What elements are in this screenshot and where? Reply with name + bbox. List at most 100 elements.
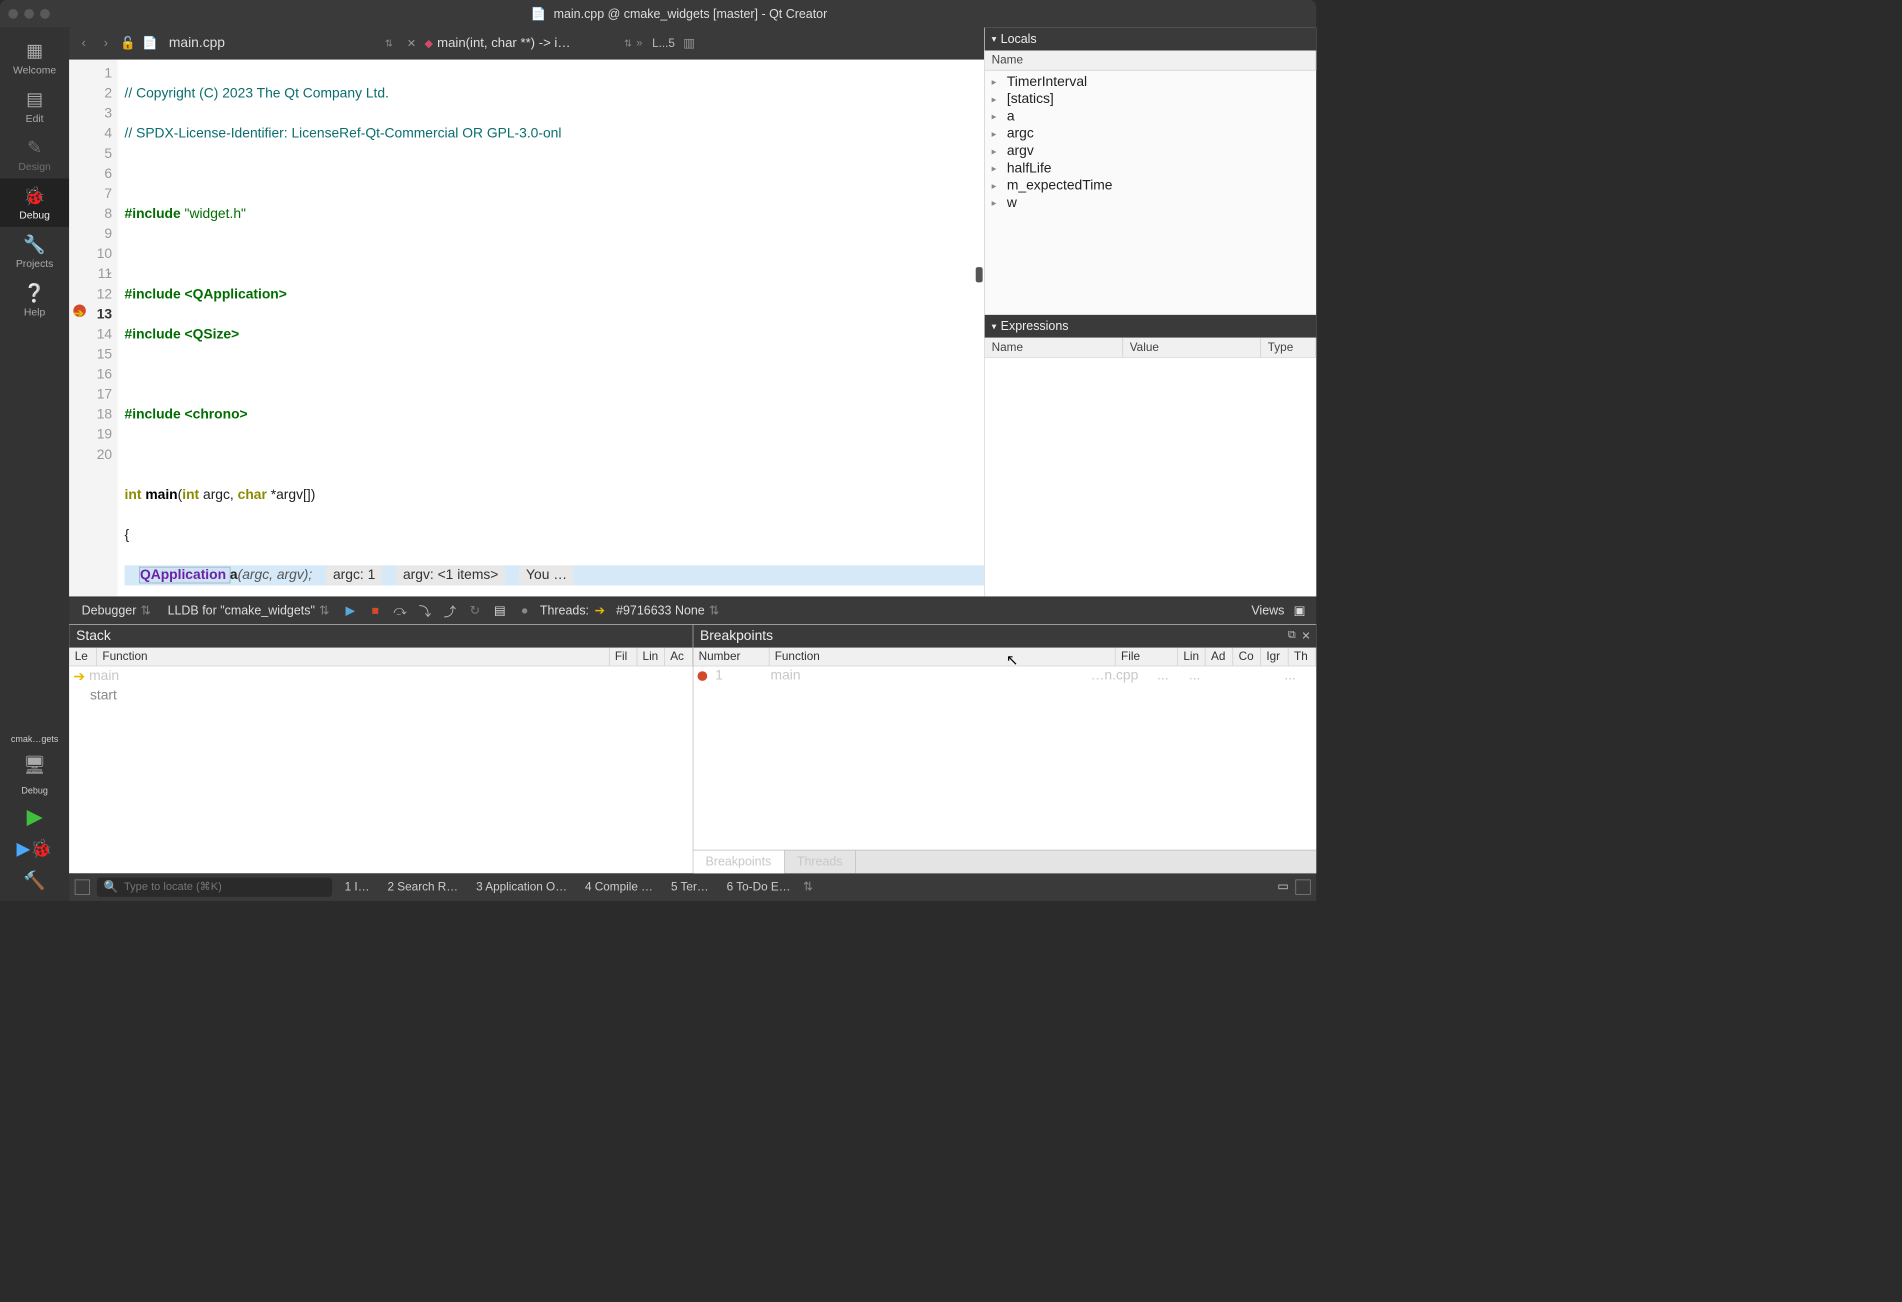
expressions-columns[interactable]: Name Value Type [985, 338, 1316, 358]
mode-design[interactable]: ✎Design [0, 130, 69, 178]
chevron-right-icon: ▸ [992, 76, 1002, 88]
title-bar: 📄 main.cpp @ cmake_widgets [master] - Qt… [0, 0, 1316, 28]
restart-icon[interactable]: ↻ [465, 603, 484, 618]
output-tab-1[interactable]: 1 I… [339, 880, 375, 894]
locals-row[interactable]: ▸argv [985, 143, 1316, 160]
mode-edit[interactable]: ▤Edit [0, 82, 69, 130]
locals-row[interactable]: ▸[statics] [985, 91, 1316, 108]
output-tab-3[interactable]: 3 Application O… [471, 880, 573, 894]
mode-debug[interactable]: 🐞Debug [0, 179, 69, 227]
chevron-right-icon: ▸ [992, 128, 1002, 140]
tab-threads[interactable]: Threads [784, 850, 855, 873]
locals-row[interactable]: ▸halfLife [985, 160, 1316, 177]
log-icon[interactable]: ▤ [490, 603, 509, 618]
chevron-updown-icon: ⇅ [624, 37, 632, 49]
locals-row[interactable]: ▸m_expectedTime [985, 177, 1316, 194]
split-editor-icon[interactable]: ▥ [679, 36, 699, 51]
locator-search[interactable]: 🔍 [97, 877, 332, 896]
record-icon[interactable]: ● [515, 603, 534, 618]
step-out-icon[interactable]: ⤴ [440, 602, 459, 620]
scrollbar-thumb[interactable] [976, 267, 983, 282]
output-tab-5[interactable]: 5 Ter… [665, 880, 714, 894]
breakpoints-title: Breakpoints [693, 625, 1316, 648]
code-area[interactable]: // Copyright (C) 2023 The Qt Company Ltd… [118, 60, 984, 597]
locals-tree[interactable]: ▸TimerInterval▸[statics]▸a▸argc▸argv▸hal… [985, 71, 1316, 315]
mode-projects[interactable]: 🔧Projects [0, 227, 69, 275]
tab-breakpoints[interactable]: Breakpoints [693, 850, 784, 873]
right-panels: ▾Locals Name ▸TimerInterval▸[statics]▸a▸… [984, 28, 1316, 597]
file-dropdown[interactable]: main.cpp ⇅ [163, 33, 398, 54]
nav-back-icon[interactable]: ‹ [75, 36, 93, 51]
close-dot[interactable] [8, 9, 18, 19]
min-dot[interactable] [24, 9, 34, 19]
stack-row[interactable]: ➔main [69, 666, 692, 686]
symbol-dropdown[interactable]: ◆ main(int, char **) -> i… ⇅ [424, 36, 632, 51]
mode-welcome[interactable]: ▦Welcome [0, 33, 69, 81]
build-mode[interactable]: Debug [17, 783, 52, 799]
help-icon: ❔ [23, 282, 45, 303]
stack-panel: Stack Le Function Fil Lin Ac ➔main start [69, 625, 693, 873]
window-controls[interactable] [8, 9, 50, 19]
nav-fwd-icon[interactable]: › [97, 36, 115, 51]
chevron-right-icon: ▸ [992, 93, 1002, 105]
popout-icon[interactable]: ⧉ [1288, 629, 1296, 643]
zoom-dot[interactable] [40, 9, 50, 19]
step-over-icon[interactable]: ⤼ [390, 603, 409, 618]
toggle-right-sidebar-icon[interactable] [1295, 880, 1310, 895]
chevron-right-icon: ▸ [992, 111, 1002, 123]
lock-icon[interactable]: 🔓 [119, 36, 137, 51]
inline-value-argv: argv: <1 items> [396, 565, 505, 585]
breakpoints-headers[interactable]: Number Function File Lin Ad Co Igr Th [693, 648, 1316, 667]
new-file-icon[interactable]: 📄 [141, 36, 159, 51]
progress-icon[interactable]: ▭ [1277, 880, 1288, 895]
debugger-target-dropdown[interactable]: LLDB for "cmake_widgets"⇅ [162, 602, 335, 619]
locals-row[interactable]: ▸w [985, 194, 1316, 211]
code-editor[interactable]: 1 2 3 4 5 6 7 8 9 10 ⌄11 12 ➔13 [69, 60, 984, 597]
line-gutter[interactable]: 1 2 3 4 5 6 7 8 9 10 ⌄11 12 ➔13 [69, 60, 117, 597]
thread-dropdown[interactable]: #9716633 None⇅ [611, 602, 725, 619]
toggle-sidebar-icon[interactable] [75, 880, 90, 895]
mode-help[interactable]: ❔Help [0, 275, 69, 323]
locator-input[interactable] [124, 881, 325, 893]
debugger-dropdown[interactable]: Debugger⇅ [76, 602, 156, 619]
stop-icon[interactable]: ■ [365, 603, 384, 618]
stack-body[interactable]: ➔main start [69, 666, 692, 873]
locals-row[interactable]: ▸argc [985, 125, 1316, 142]
breakpoints-body[interactable]: 1 main …n.cpp ... ... ... [693, 666, 1316, 849]
breakpoints-panel: Breakpoints ⧉ ✕ Number Function File Lin … [693, 625, 1316, 873]
search-icon: 🔍 [104, 880, 119, 894]
expressions-header[interactable]: ▾Expressions [985, 315, 1316, 338]
stack-headers[interactable]: Le Function Fil Lin Ac [69, 648, 692, 667]
debug-run-button[interactable]: ▶🐞 [14, 835, 56, 863]
step-into-icon[interactable]: ⤵ [415, 602, 434, 620]
locals-row[interactable]: ▸TimerInterval [985, 73, 1316, 90]
kit-selector[interactable]: cmak…gets [7, 731, 63, 747]
layout-icon[interactable]: ▣ [1290, 603, 1309, 618]
expressions-body[interactable] [985, 358, 1316, 597]
run-button[interactable]: ▶ [14, 803, 56, 831]
document-icon: 📄 [530, 7, 546, 21]
threads-label: Threads: [540, 603, 589, 618]
fold-icon[interactable]: ⌄ [105, 264, 113, 278]
locals-row[interactable]: ▸a [985, 108, 1316, 125]
breakpoint-row[interactable]: 1 main …n.cpp ... ... ... [693, 666, 1316, 685]
thread-arrow-icon: ➔ [595, 603, 605, 618]
continue-icon[interactable]: ▶ [341, 603, 360, 618]
close-file-icon[interactable]: ✕ [403, 36, 421, 50]
current-frame-arrow-icon: ➔ [73, 668, 85, 685]
mode-monitor-icon[interactable]: 🖥 [14, 751, 56, 779]
close-icon[interactable]: ✕ [1301, 629, 1310, 643]
output-tab-2[interactable]: 2 Search R… [382, 880, 464, 894]
stack-row[interactable]: start [69, 686, 692, 705]
views-button[interactable]: Views [1251, 603, 1284, 618]
build-button[interactable]: 🔨 [14, 866, 56, 894]
locals-columns[interactable]: Name [985, 51, 1316, 71]
output-tab-4[interactable]: 4 Compile … [579, 880, 658, 894]
editor-toolbar: ‹ › 🔓 📄 main.cpp ⇅ ✕ ◆ main(int, char **… [69, 28, 984, 60]
stack-title: Stack [69, 625, 692, 648]
debugger-toolbar: Debugger⇅ LLDB for "cmake_widgets"⇅ ▶ ■ … [69, 597, 1316, 625]
line-column[interactable]: L...5 [652, 36, 675, 50]
locals-header[interactable]: ▾Locals [985, 28, 1316, 51]
grid-icon: ▦ [26, 40, 43, 61]
output-tab-6[interactable]: 6 To-Do E… [721, 880, 796, 894]
